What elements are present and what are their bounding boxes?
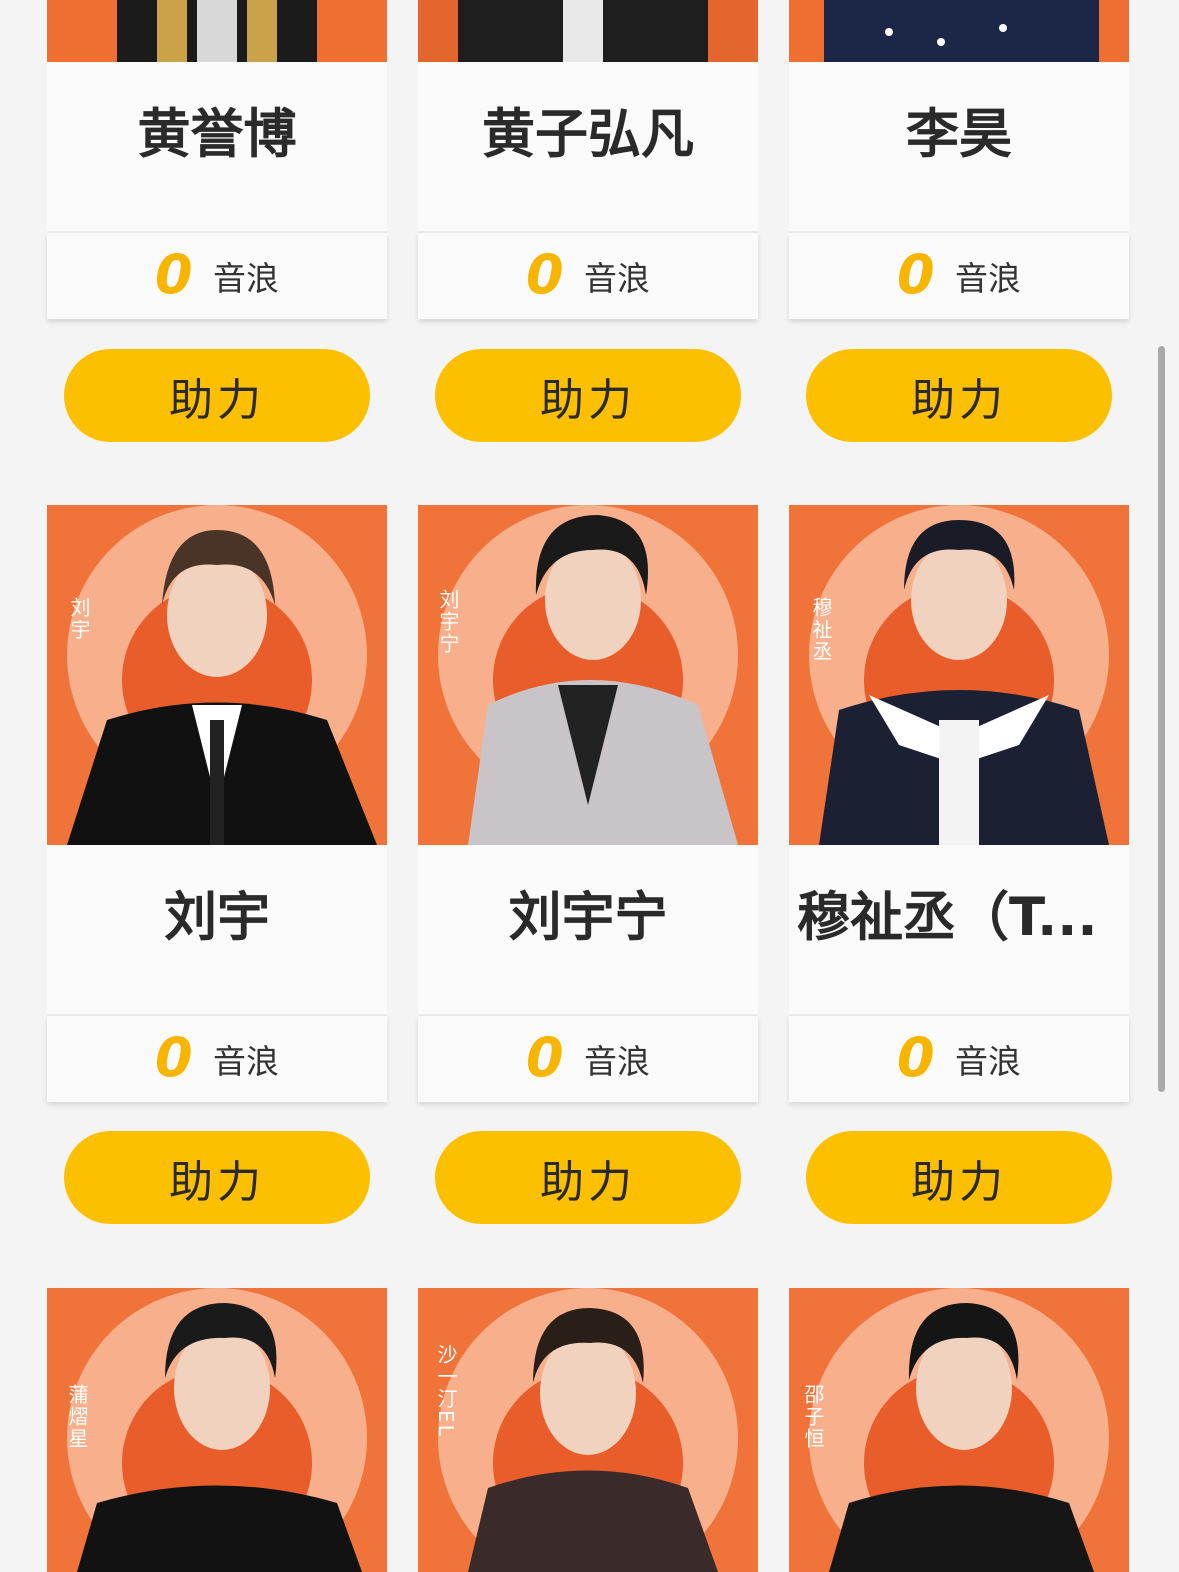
name-box: 黄誉博 [47,62,387,232]
help-button[interactable]: 助力 [64,349,370,442]
name-box: 刘宇宁 [418,845,758,1015]
poster-label: 穆祉丞 [809,597,833,663]
vote-count: 0 [526,1026,564,1089]
vote-box: 0 音浪 [47,233,387,319]
name-box: 穆祉丞（T... [789,845,1129,1015]
name-box: 刘宇 [47,845,387,1015]
candidate-photo[interactable]: 刘宇宁 [418,505,758,845]
help-button[interactable]: 助力 [64,1131,370,1224]
candidate-photo[interactable] [789,0,1129,62]
vote-count: 0 [155,243,193,306]
poster-label: 刘宇宁 [436,589,460,655]
vote-box: 0 音浪 [789,233,1129,319]
poster-label: 刘宇 [67,597,91,641]
candidate-name: 黄誉博 [137,104,297,165]
candidate-name: 刘宇 [164,887,270,948]
candidate-photo[interactable]: 刘宇 [47,505,387,845]
vote-unit: 音浪 [955,259,1021,298]
vote-count: 0 [155,1026,193,1089]
vote-box: 0 音浪 [418,233,758,319]
poster-label: 邵子恒 [801,1384,825,1450]
name-box: 李昊 [789,62,1129,232]
poster-label: 沙一汀EL [434,1344,458,1438]
candidate-photo[interactable]: 沙一汀EL [418,1288,758,1572]
candidate-name: 黄子弘凡 [482,104,694,165]
vote-box: 0 音浪 [418,1016,758,1102]
candidate-name: 穆祉丞（T... [797,887,1098,948]
help-button[interactable]: 助力 [806,349,1112,442]
candidate-photo[interactable] [47,0,387,62]
poster-label: 蒲熠星 [65,1384,89,1450]
help-button[interactable]: 助力 [435,1131,741,1224]
vote-count: 0 [897,243,935,306]
candidate-grid-page: 黄誉博 0 音浪 助力 黄子弘凡 0 音浪 助力 李昊 0 音浪 助力 刘宇 刘… [0,0,1179,1572]
vote-count: 0 [897,1026,935,1089]
candidate-name: 刘宇宁 [508,887,668,948]
name-box: 黄子弘凡 [418,62,758,232]
candidate-photo[interactable]: 穆祉丞 [789,505,1129,845]
vote-unit: 音浪 [955,1042,1021,1081]
vote-count: 0 [526,243,564,306]
candidate-photo[interactable]: 蒲熠星 [47,1288,387,1572]
scrollbar[interactable] [1158,346,1165,1092]
vote-box: 0 音浪 [47,1016,387,1102]
vote-unit: 音浪 [213,1042,279,1081]
help-button[interactable]: 助力 [435,349,741,442]
candidate-name: 李昊 [906,104,1012,165]
candidate-photo[interactable]: 邵子恒 [789,1288,1129,1572]
vote-unit: 音浪 [584,1042,650,1081]
candidate-photo[interactable] [418,0,758,62]
vote-unit: 音浪 [584,259,650,298]
vote-unit: 音浪 [213,259,279,298]
vote-box: 0 音浪 [789,1016,1129,1102]
help-button[interactable]: 助力 [806,1131,1112,1224]
